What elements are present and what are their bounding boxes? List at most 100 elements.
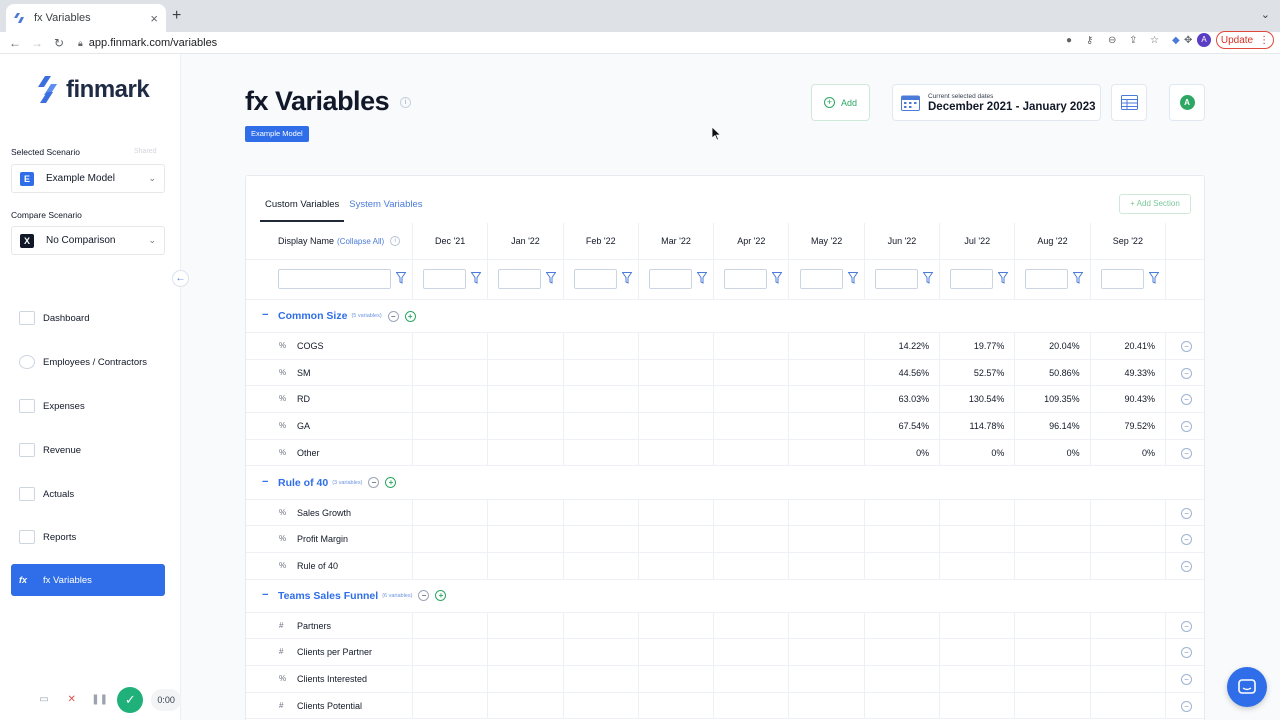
month-filter-input[interactable]: [874, 269, 918, 289]
variable-name[interactable]: Partners: [297, 621, 331, 631]
variable-name[interactable]: GA: [297, 421, 310, 431]
value-cell[interactable]: [714, 552, 790, 579]
value-cell[interactable]: [865, 612, 941, 639]
value-cell[interactable]: [865, 526, 941, 552]
value-cell[interactable]: [865, 499, 941, 526]
value-cell[interactable]: [940, 526, 1016, 552]
value-cell[interactable]: [790, 612, 865, 639]
value-cell[interactable]: [488, 612, 564, 639]
sidebar-item-employees[interactable]: Employees / Contractors: [11, 346, 165, 378]
remove-variable-icon[interactable]: −: [1181, 421, 1192, 433]
remove-variable-icon[interactable]: −: [1181, 367, 1192, 379]
value-cell[interactable]: [1091, 639, 1166, 665]
info-icon[interactable]: i: [400, 97, 411, 108]
remove-variable-icon[interactable]: −: [1181, 447, 1192, 459]
value-cell[interactable]: [714, 612, 790, 639]
value-cell[interactable]: [1091, 552, 1166, 579]
remove-variable-icon[interactable]: −: [1181, 560, 1192, 572]
collapse-section-icon[interactable]: −: [262, 589, 268, 601]
remove-variable-icon[interactable]: −: [1181, 647, 1192, 659]
value-cell[interactable]: [639, 359, 715, 386]
value-cell[interactable]: [564, 333, 639, 359]
value-cell[interactable]: [564, 386, 639, 413]
value-cell[interactable]: [413, 666, 489, 692]
value-cell[interactable]: [639, 612, 715, 639]
add-variable-icon[interactable]: +: [435, 590, 447, 602]
selected-scenario-dropdown[interactable]: E Example Model ⌄: [11, 164, 165, 193]
value-cell[interactable]: [488, 499, 564, 526]
value-cell[interactable]: [940, 639, 1016, 665]
value-cell[interactable]: 79.52%: [1091, 413, 1166, 439]
month-filter-input[interactable]: [423, 269, 466, 289]
pause-icon[interactable]: ❚❚: [90, 690, 110, 710]
value-cell[interactable]: 0%: [865, 439, 941, 466]
filter-icon[interactable]: [1148, 272, 1159, 284]
section-title[interactable]: Rule of 40 (3 variables) − +: [278, 477, 397, 489]
value-cell[interactable]: [1091, 666, 1166, 692]
value-cell[interactable]: [639, 552, 715, 579]
value-cell[interactable]: [790, 639, 865, 665]
value-cell[interactable]: 130.54%: [940, 386, 1016, 413]
value-cell[interactable]: [413, 413, 489, 439]
value-cell[interactable]: [413, 552, 489, 579]
filter-icon[interactable]: [998, 272, 1009, 284]
value-cell[interactable]: [413, 359, 489, 386]
value-cell[interactable]: [413, 639, 489, 665]
value-cell[interactable]: [564, 612, 639, 639]
month-filter-input[interactable]: [1100, 269, 1144, 289]
value-cell[interactable]: [488, 666, 564, 692]
value-cell[interactable]: 0%: [940, 439, 1016, 466]
value-cell[interactable]: [639, 333, 715, 359]
value-cell[interactable]: [413, 333, 489, 359]
value-cell[interactable]: 114.78%: [940, 413, 1016, 439]
value-cell[interactable]: [488, 413, 564, 439]
variable-name[interactable]: RD: [297, 394, 310, 404]
value-cell[interactable]: [790, 439, 865, 466]
value-cell[interactable]: [790, 386, 865, 413]
value-cell[interactable]: [790, 526, 865, 552]
section-title[interactable]: Common Size (5 variables) − +: [278, 310, 416, 322]
value-cell[interactable]: [564, 526, 639, 552]
value-cell[interactable]: [488, 439, 564, 466]
value-cell[interactable]: [639, 639, 715, 665]
remove-variable-icon[interactable]: −: [1181, 620, 1192, 632]
value-cell[interactable]: 90.43%: [1091, 386, 1166, 413]
collapse-section-icon[interactable]: −: [262, 476, 268, 488]
value-cell[interactable]: [564, 639, 639, 665]
value-cell[interactable]: [639, 526, 715, 552]
remove-variable-icon[interactable]: −: [1181, 534, 1192, 546]
tab-search-icon[interactable]: ⌄: [1261, 8, 1270, 21]
value-cell[interactable]: [488, 552, 564, 579]
value-cell[interactable]: [639, 439, 715, 466]
value-cell[interactable]: [790, 333, 865, 359]
remove-variable-icon[interactable]: −: [1181, 394, 1192, 406]
value-cell[interactable]: [940, 692, 1016, 719]
extensions-puzzle-icon[interactable]: ✥: [1184, 35, 1192, 46]
value-cell[interactable]: [865, 692, 941, 719]
value-cell[interactable]: [488, 386, 564, 413]
month-filter-input[interactable]: [498, 269, 542, 289]
value-cell[interactable]: [413, 612, 489, 639]
collapse-section-icon[interactable]: −: [262, 309, 268, 321]
value-cell[interactable]: [714, 692, 790, 719]
add-section-button[interactable]: + Add Section: [1119, 194, 1191, 214]
variable-name[interactable]: Sales Growth: [297, 508, 351, 518]
value-cell[interactable]: [790, 499, 865, 526]
variable-name[interactable]: SM: [297, 368, 311, 378]
back-icon[interactable]: ←: [4, 36, 26, 50]
user-menu-button[interactable]: A: [1169, 84, 1205, 121]
value-cell[interactable]: [564, 439, 639, 466]
month-filter-input[interactable]: [1025, 269, 1069, 289]
update-button[interactable]: Update ⋮: [1216, 31, 1274, 49]
filter-icon[interactable]: [471, 272, 481, 284]
value-cell[interactable]: 20.41%: [1091, 333, 1166, 359]
add-variable-icon[interactable]: +: [404, 310, 416, 322]
chat-launcher-button[interactable]: [1227, 667, 1267, 707]
zoom-icon[interactable]: ⊖: [1108, 35, 1116, 46]
value-cell[interactable]: [639, 499, 715, 526]
value-cell[interactable]: 0%: [1015, 439, 1091, 466]
value-cell[interactable]: [488, 639, 564, 665]
value-cell[interactable]: 52.57%: [940, 359, 1016, 386]
camera-icon[interactable]: ▭: [34, 690, 54, 710]
value-cell[interactable]: [1015, 526, 1091, 552]
